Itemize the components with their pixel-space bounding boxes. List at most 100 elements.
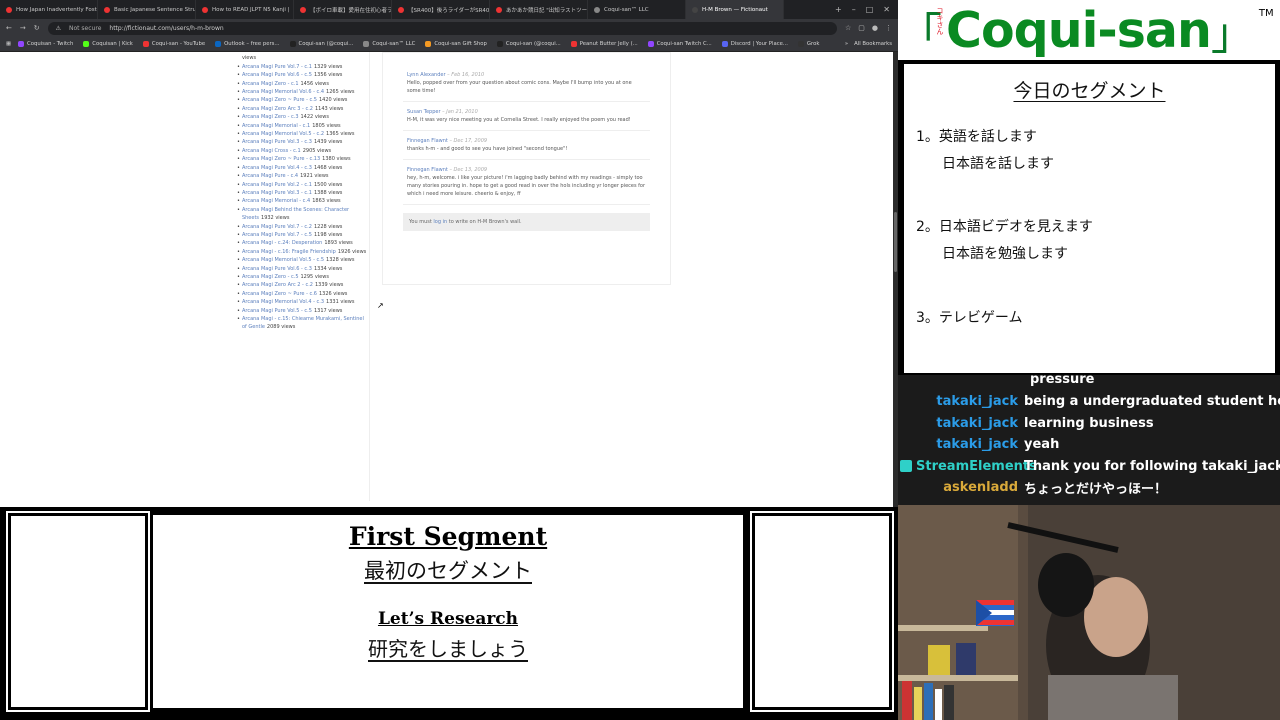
story-link[interactable]: Arcana Magi Pure Vol.5 - c.5 [242,308,312,314]
bookmark-item[interactable]: Coqui-san - YouTube [140,41,208,47]
bookmark-star-icon[interactable]: ☆ [845,24,851,32]
bullet-icon: • [237,257,240,264]
story-link[interactable]: Arcana Magi Behind the Scenes: Character… [242,207,349,221]
post-text: thanks h-m - and good to see you have jo… [407,146,568,152]
post-date: Dec 17, 2009 [453,138,488,144]
new-tab-icon[interactable]: + [835,5,842,14]
story-link[interactable]: Arcana Magi Zero - c.5 [242,274,299,280]
story-link[interactable]: Arcana Magi Pure Vol.6 - c.3 [242,266,312,272]
extensions-icon[interactable]: ▢ [858,24,865,32]
story-link[interactable]: Arcana Magi Pure Vol.7 - c.2 [242,224,312,230]
info-icon[interactable]: ⚠ [56,25,61,32]
story-link[interactable]: Arcana Magi Zero - c.1 [242,81,299,87]
story-link[interactable]: Arcana Magi - c.16: Fragile Friendship [242,249,336,255]
bookmark-item[interactable]: Discord | Your Place... [719,41,791,47]
story-link[interactable]: Arcana Magi Pure Vol.3 - c.3 [242,139,312,145]
story-link[interactable]: Arcana Magi Zero - c.3 [242,114,299,120]
story-views: 1326 views [318,290,348,297]
browser-tab[interactable]: How to READ JLPT N5 Kanji | [196,0,294,19]
chat-username[interactable]: takaki_jack [898,416,1024,431]
story-link[interactable]: Arcana Magi Pure Vol.4 - c.3 [242,165,312,171]
chat-username[interactable]: takaki_jack [898,437,1024,452]
list-item-text: Arcana Magi Behind the Scenes: Character… [242,206,369,223]
post-author-link[interactable]: Finnegan Flawnt [407,167,448,173]
list-item: • Arcana Magi Pure Vol.4 - c.3 1468 views [237,164,369,172]
story-link[interactable]: Arcana Magi Memorial Vol.6 - c.4 [242,89,324,95]
logo-name: Coqui-san [946,1,1212,59]
list-item-text: Arcana Magi - c.16: Fragile Friendship 19… [242,248,366,256]
tab-title: 【ボイロ車載】愛用在住初心者ラ [310,7,392,14]
bookmark-item[interactable]: Coqui-san (@coqui... [287,41,357,47]
chat-username[interactable]: takaki_jack [898,394,1024,409]
story-views: 1317 views [313,307,343,314]
story-link[interactable]: Arcana Magi Memorial Vol.5 - c.5 [242,257,324,263]
chat-username[interactable]: StreamElements [916,459,1037,474]
close-icon[interactable]: ✕ [883,5,890,14]
all-bookmarks-link[interactable]: All Bookmarks [854,41,892,47]
address-bar[interactable]: ⚠ Not secure http://fictionaut.com/users… [47,21,837,35]
story-link[interactable]: Arcana Magi Pure Vol.6 - c.5 [242,72,312,78]
post-author-link[interactable]: Lynn Alexander [407,72,446,78]
bookmark-item[interactable]: Peanut Butter Jelly (... [568,41,641,47]
url-text[interactable]: http://fictionaut.com/users/h-m-brown [109,25,223,32]
bookmark-item[interactable]: Outlook – free pers... [212,41,282,47]
story-link[interactable]: Arcana Magi - c.19: Opportunity Arising [242,52,341,53]
reload-icon[interactable]: ↻ [34,24,40,32]
browser-tab[interactable]: H-M Brown — Fictionaut [686,0,784,19]
bullet-icon: • [237,223,240,230]
browser-tab[interactable]: 【SR400】後ろライダーがSR400と [392,0,490,19]
agenda-item: 1。英語を話します 日本語を話します [916,124,1054,178]
story-link[interactable]: Arcana Magi Pure Vol.2 - c.1 [242,182,312,188]
bookmark-item[interactable]: Coqui-san (@coqui... [494,41,564,47]
list-item-text: Arcana Magi Pure Vol.4 - c.3 1468 views [242,164,342,172]
story-link[interactable]: Arcana Magi Zero ~ Pure - c.5 [242,97,317,103]
story-link[interactable]: Arcana Magi Pure Vol.3 - c.1 [242,190,312,196]
story-link[interactable]: Arcana Magi Zero Arc 2 - c.2 [242,282,313,288]
mouse-cursor-icon: ↗ [377,301,384,310]
story-link[interactable]: Arcana Magi Zero ~ Pure - c.6 [242,291,317,297]
list-item-text: Arcana Magi Cross - c.1 2905 views [242,147,331,155]
story-link[interactable]: Arcana Magi - c.24: Desperation [242,240,322,246]
maximize-icon[interactable]: □ [866,5,874,14]
forward-icon[interactable]: → [20,24,26,32]
list-item-text: Arcana Magi Zero ~ Pure - c.5 1420 views [242,96,347,104]
story-link[interactable]: Arcana Magi Pure Vol.7 - c.1 [242,64,312,70]
post-author-link[interactable]: Susan Tepper [407,109,441,115]
browser-tab[interactable]: How Japan Inadvertently Fost [0,0,98,19]
login-link[interactable]: log in [433,219,447,225]
story-link[interactable]: Arcana Magi Pure - c.4 [242,173,298,179]
minimize-icon[interactable]: – [852,5,856,14]
bookmark-item[interactable]: Coquisan - Twitch [15,41,76,47]
scrollbar-thumb[interactable] [894,212,897,272]
bookmark-item[interactable]: Coqui-san Gift Shop [422,41,490,47]
bookmark-label: Coqui-san Gift Shop [434,41,487,47]
story-link[interactable]: Arcana Magi Memorial Vol.5 - c.2 [242,131,324,137]
bookmark-item[interactable]: Coqui-san™ LLC [360,41,418,47]
story-link[interactable]: Arcana Magi - c.15: Chieame Murakami, Se… [242,316,364,330]
bookmark-item[interactable]: Coquisan | Kick [80,41,136,47]
story-link[interactable]: Arcana Magi Pure Vol.7 - c.5 [242,232,312,238]
menu-icon[interactable]: ⋮ [885,24,892,32]
back-icon[interactable]: ← [6,24,12,32]
apps-icon[interactable]: ▦ [6,41,11,47]
story-link[interactable]: Arcana Magi Memorial - c.1 [242,123,310,129]
browser-tab[interactable]: Basic Japanese Sentence Struc [98,0,196,19]
story-link[interactable]: Arcana Magi Zero Arc 3 - c.2 [242,106,313,112]
not-secure-label: Not secure [69,24,102,32]
chat-username[interactable]: askenladd [898,480,1024,495]
more-bookmarks-icon[interactable]: » [845,41,848,47]
browser-tab[interactable]: あかあか競日記 "出知ラストツーリ [490,0,588,19]
story-link[interactable]: Arcana Magi Zero ~ Pure - c.13 [242,156,320,162]
bullet-icon: • [237,164,240,171]
profile-icon[interactable]: ● [872,24,878,32]
story-link[interactable]: Arcana Magi Memorial Vol.4 - c.3 [242,299,324,305]
bookmark-item[interactable]: Coqui-san Twitch C... [645,41,715,47]
browser-tab[interactable]: Coqui-san™ LLC [588,0,686,19]
bookmark-label: Coqui-san Twitch C... [656,41,712,47]
browser-tab[interactable]: 【ボイロ車載】愛用在住初心者ラ [294,0,392,19]
bookmark-item[interactable]: Grok [795,41,822,47]
story-link[interactable]: Arcana Magi Memorial - c.4 [242,198,310,204]
story-link[interactable]: Arcana Magi Cross - c.1 [242,148,301,154]
post-text: hey, h-m, welcome. i like your picture! … [407,175,646,197]
post-author-link[interactable]: Finnegan Flawnt [407,138,448,144]
